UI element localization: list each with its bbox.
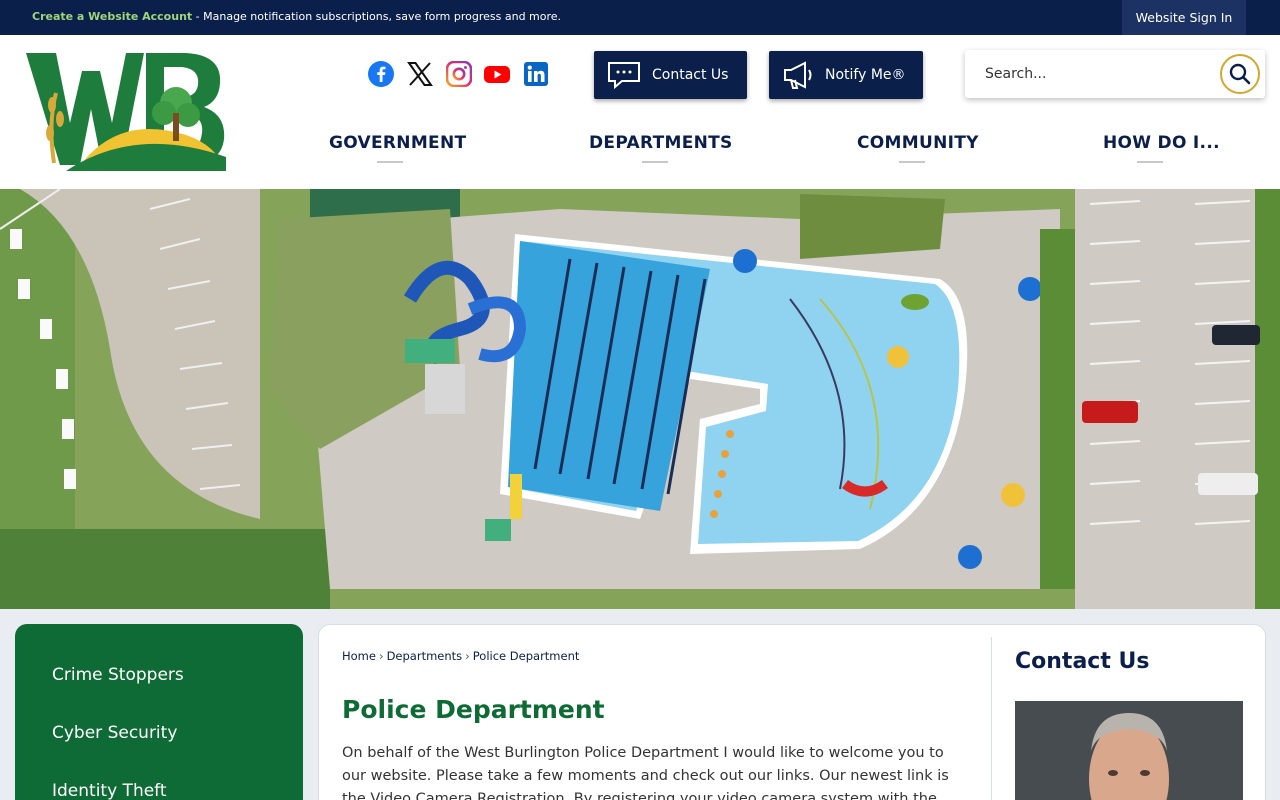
facebook-icon[interactable] [368,61,394,87]
notify-me-button[interactable]: Notify Me® [769,51,923,99]
nav-underline [898,161,925,163]
website-sign-in-button[interactable]: Website Sign In [1122,0,1246,35]
column-divider [991,637,992,800]
linkedin-icon[interactable] [523,61,549,87]
breadcrumb-current[interactable]: Police Department [473,649,580,663]
wb-logo-icon [26,53,226,171]
search-box [965,50,1265,98]
sidebar-nav: Crime Stoppers Cyber Security Identity T… [15,624,303,800]
nav-government[interactable]: GOVERNMENT [329,133,466,163]
account-message: Create a Website Account - Manage notifi… [32,10,561,23]
nav-government-label: GOVERNMENT [329,133,467,153]
breadcrumb: Home › Departments › Police Department [342,649,579,663]
aerial-pool-image [0,189,1280,609]
nav-underline [377,161,403,163]
create-account-link[interactable]: Create a Website Account [32,10,192,23]
sidebar-item-crime-stoppers[interactable]: Crime Stoppers [52,665,184,685]
portrait-image [1015,701,1243,800]
breadcrumb-separator: › [465,649,470,663]
x-icon[interactable] [407,61,433,87]
megaphone-icon [784,61,812,89]
chat-bubble-icon [608,62,640,90]
contact-us-button[interactable]: Contact Us [594,51,747,99]
hero-image [0,189,1280,609]
nav-how-do-i[interactable]: HOW DO I... [1103,133,1220,163]
nav-community-label: COMMUNITY [857,133,979,153]
breadcrumb-departments[interactable]: Departments [387,649,463,663]
nav-how-do-i-label: HOW DO I... [1103,133,1220,153]
site-logo[interactable] [26,53,226,171]
top-bar: Create a Website Account - Manage notifi… [0,0,1280,35]
search-icon [1229,63,1251,85]
site-header: Contact Us Notify Me® GOVERNMENT DEPARTM… [0,35,1280,189]
nav-underline [641,161,668,163]
nav-departments-label: DEPARTMENTS [589,133,733,153]
nav-community[interactable]: COMMUNITY [857,133,978,163]
search-input[interactable] [975,58,1215,90]
main-content: Home › Departments › Police Department Polic… [318,624,1266,800]
youtube-icon[interactable] [483,61,511,87]
intro-paragraph: On behalf of the West Burlington Police … [342,745,949,800]
account-message-text: - Manage notification subscriptions, sav… [192,10,562,23]
sidebar-item-cyber-security[interactable]: Cyber Security [52,723,177,743]
contact-us-label: Contact Us [652,67,729,83]
instagram-icon[interactable] [445,60,473,88]
search-button[interactable] [1220,54,1260,94]
breadcrumb-home[interactable]: Home [342,649,376,663]
sidebar-item-identity-theft[interactable]: Identity Theft [52,781,167,800]
nav-underline [1136,161,1163,163]
police-chief-photo [1015,701,1243,800]
contact-us-heading: Contact Us [1015,649,1150,674]
page-title: Police Department [342,695,605,724]
nav-departments[interactable]: DEPARTMENTS [589,133,732,163]
breadcrumb-separator: › [378,649,384,663]
notify-me-label: Notify Me® [825,67,906,83]
